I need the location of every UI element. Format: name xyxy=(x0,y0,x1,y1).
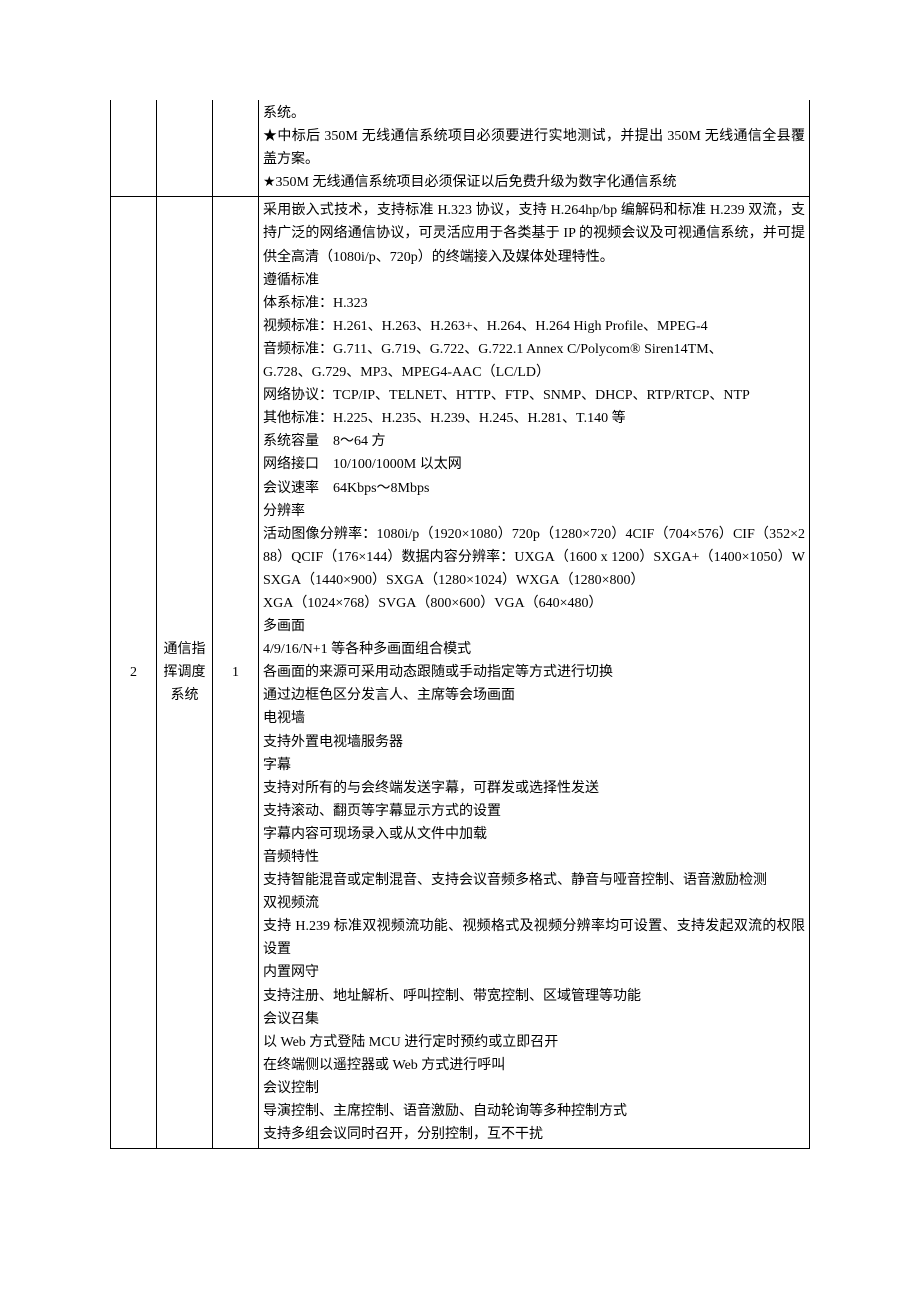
spec-line: 其他标准：H.225、H.235、H.239、H.245、H.281、T.140… xyxy=(263,407,805,430)
spec-line: 支持 H.239 标准双视频流功能、视频格式及视频分辨率均可设置、支持发起双流的… xyxy=(263,915,805,961)
spec-line: 音频标准：G.711、G.719、G.722、G.722.1 Annex C/P… xyxy=(263,338,805,361)
spec-line: 支持多组会议同时召开，分别控制，互不干扰 xyxy=(263,1123,805,1146)
spec-line: 支持滚动、翻页等字幕显示方式的设置 xyxy=(263,800,805,823)
spec-line: 在终端侧以遥控器或 Web 方式进行呼叫 xyxy=(263,1054,805,1077)
spec-line: 电视墙 xyxy=(263,707,805,730)
cell-qty: 1 xyxy=(213,197,259,1149)
cell-name: 通信指挥调度系统 xyxy=(157,197,213,1149)
spec-line: 音频特性 xyxy=(263,846,805,869)
spec-line: 双视频流 xyxy=(263,892,805,915)
spec-line: 采用嵌入式技术，支持标准 H.323 协议，支持 H.264hp/bp 编解码和… xyxy=(263,199,805,268)
spec-line: 会议速率 64Kbps～8Mbps xyxy=(263,477,805,500)
spec-line: 体系标准：H.323 xyxy=(263,292,805,315)
spec-line: ★350M 无线通信系统项目必须保证以后免费升级为数字化通信系统 xyxy=(263,171,805,194)
cell-index: 2 xyxy=(111,197,157,1149)
cell-desc: 系统。 ★中标后 350M 无线通信系统项目必须要进行实地测试，并提出 350M… xyxy=(259,100,810,197)
spec-line: 活动图像分辨率：1080i/p（1920×1080）720p（1280×720）… xyxy=(263,523,805,592)
cell-qty xyxy=(213,100,259,197)
spec-line: 系统容量 8～64 方 xyxy=(263,430,805,453)
spec-line: 字幕内容可现场录入或从文件中加载 xyxy=(263,823,805,846)
spec-line: 视频标准：H.261、H.263、H.263+、H.264、H.264 High… xyxy=(263,315,805,338)
table-row: 2 通信指挥调度系统 1 采用嵌入式技术，支持标准 H.323 协议，支持 H.… xyxy=(111,197,810,1149)
spec-line: 支持智能混音或定制混音、支持会议音频多格式、静音与哑音控制、语音激励检测 xyxy=(263,869,805,892)
spec-line: 网络协议：TCP/IP、TELNET、HTTP、FTP、SNMP、DHCP、RT… xyxy=(263,384,805,407)
spec-line: 支持对所有的与会终端发送字幕，可群发或选择性发送 xyxy=(263,777,805,800)
table-row: 系统。 ★中标后 350M 无线通信系统项目必须要进行实地测试，并提出 350M… xyxy=(111,100,810,197)
cell-index xyxy=(111,100,157,197)
spec-line: XGA（1024×768）SVGA（800×600）VGA（640×480） xyxy=(263,592,805,615)
cell-name xyxy=(157,100,213,197)
spec-line: 以 Web 方式登陆 MCU 进行定时预约或立即召开 xyxy=(263,1031,805,1054)
spec-line: 会议控制 xyxy=(263,1077,805,1100)
spec-line: 遵循标准 xyxy=(263,269,805,292)
spec-line: 多画面 xyxy=(263,615,805,638)
spec-line: 会议召集 xyxy=(263,1008,805,1031)
spec-line: 字幕 xyxy=(263,754,805,777)
spec-line: ★中标后 350M 无线通信系统项目必须要进行实地测试，并提出 350M 无线通… xyxy=(263,125,805,171)
spec-line: 导演控制、主席控制、语音激励、自动轮询等多种控制方式 xyxy=(263,1100,805,1123)
spec-line: 系统。 xyxy=(263,102,805,125)
spec-line: 网络接口 10/100/1000M 以太网 xyxy=(263,453,805,476)
spec-line: 支持注册、地址解析、呼叫控制、带宽控制、区域管理等功能 xyxy=(263,985,805,1008)
spec-line: 4/9/16/N+1 等各种多画面组合模式 xyxy=(263,638,805,661)
spec-line: 支持外置电视墙服务器 xyxy=(263,731,805,754)
spec-table: 系统。 ★中标后 350M 无线通信系统项目必须要进行实地测试，并提出 350M… xyxy=(110,100,810,1149)
spec-line: 通过边框色区分发言人、主席等会场画面 xyxy=(263,684,805,707)
spec-line: 分辨率 xyxy=(263,500,805,523)
spec-line: 内置网守 xyxy=(263,961,805,984)
spec-line: 各画面的来源可采用动态跟随或手动指定等方式进行切换 xyxy=(263,661,805,684)
cell-desc: 采用嵌入式技术，支持标准 H.323 协议，支持 H.264hp/bp 编解码和… xyxy=(259,197,810,1149)
spec-line: G.728、G.729、MP3、MPEG4-AAC（LC/LD） xyxy=(263,361,805,384)
